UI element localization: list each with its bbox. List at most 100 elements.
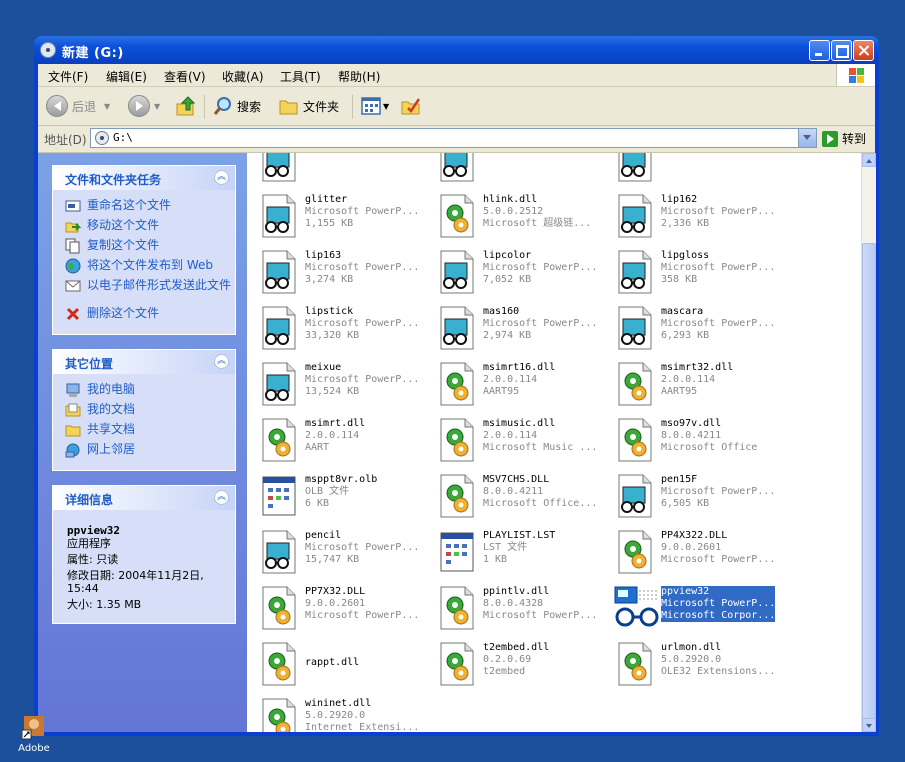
up-folder-icon	[176, 96, 196, 116]
file-item[interactable]: lipgloss Microsoft PowerP... 358 KB	[613, 247, 791, 297]
file-name: meixue	[305, 362, 342, 373]
file-item[interactable]: rappt.dll	[257, 639, 435, 689]
task-publish-web[interactable]: 将这个文件发布到 Web	[53, 258, 235, 278]
file-info: AART95	[483, 386, 520, 397]
menu-file[interactable]: 文件(F)	[48, 68, 88, 85]
menu-edit[interactable]: 编辑(E)	[106, 68, 147, 85]
file-item[interactable]: wininet.dll 5.0.2920.0 Internet Extensi...	[257, 695, 435, 732]
forward-button[interactable]: ▼	[128, 93, 160, 119]
powerpoint-file-icon	[613, 249, 657, 295]
file-item[interactable]: PLAYLIST.LST LST 文件 1 KB	[435, 527, 613, 577]
task-rename[interactable]: 重命名这个文件	[53, 198, 235, 218]
minimize-button[interactable]	[809, 40, 830, 61]
menu-favorites[interactable]: 收藏(A)	[222, 68, 264, 85]
scroll-thumb[interactable]	[862, 243, 876, 723]
maximize-button[interactable]	[831, 40, 852, 61]
task-email[interactable]: 以电子邮件形式发送此文件	[53, 278, 235, 306]
file-item[interactable]: meixue Microsoft PowerP... 13,524 KB	[257, 359, 435, 409]
file-item[interactable]: t2embed.dll 0.2.0.69 t2embed	[435, 639, 613, 689]
file-info: Microsoft PowerP...	[305, 318, 420, 329]
scroll-down-button[interactable]	[862, 718, 876, 732]
file-item[interactable]: 3,912 KB	[613, 153, 791, 185]
powerpoint-file-icon	[257, 249, 301, 295]
file-name: t2embed.dll	[483, 642, 550, 653]
folder-options-button[interactable]	[400, 93, 422, 119]
collapse-icon[interactable]: ︽	[214, 490, 229, 505]
place-network[interactable]: 网上邻居	[53, 442, 235, 462]
application-icon	[613, 585, 659, 631]
powerpoint-file-icon	[435, 305, 479, 351]
file-name: PP7X32.DLL	[305, 586, 366, 597]
file-name: glitter	[305, 194, 348, 205]
collapse-icon[interactable]: ︽	[214, 170, 229, 185]
file-item[interactable]: hlink.dll 5.0.0.2512 Microsoft 超级链...	[435, 191, 613, 241]
file-item[interactable]: 1,634 KB	[435, 153, 613, 185]
file-item[interactable]: urlmon.dll 5.0.2920.0 OLE32 Extensions...	[613, 639, 791, 689]
file-tasks-header[interactable]: 文件和文件夹任务 ︽	[53, 166, 235, 190]
details-header[interactable]: 详细信息 ︽	[53, 486, 235, 510]
go-button[interactable]: 转到	[822, 130, 866, 147]
powerpoint-file-icon	[257, 153, 301, 183]
task-delete[interactable]: 删除这个文件	[53, 306, 235, 326]
file-info: 2.0.0.114	[305, 430, 360, 441]
search-button[interactable]: 搜索	[212, 93, 261, 119]
desktop-icon-adobe[interactable]: Adobe	[14, 716, 54, 754]
file-item[interactable]: 2,301 KB	[257, 153, 435, 185]
file-name: pencil	[305, 530, 342, 541]
file-item[interactable]: ppview32 Microsoft PowerP... Microsoft Cor…	[613, 583, 791, 633]
file-item[interactable]: msimusic.dll 2.0.0.114 Microsoft Music ...	[435, 415, 613, 465]
adobe-icon	[21, 716, 44, 740]
file-item[interactable]: lipcolor Microsoft PowerP... 7,052 KB	[435, 247, 613, 297]
file-item[interactable]: PP7X32.DLL 9.0.0.2601 Microsoft PowerP...	[257, 583, 435, 633]
other-places-header[interactable]: 其它位置 ︽	[53, 350, 235, 374]
close-button[interactable]	[853, 40, 874, 61]
dll-file-icon	[613, 361, 657, 407]
file-item[interactable]: msimrt.dll 2.0.0.114 AART	[257, 415, 435, 465]
vertical-scrollbar[interactable]	[861, 153, 876, 732]
file-item[interactable]: lipstick Microsoft PowerP... 33,320 KB	[257, 303, 435, 353]
menu-help[interactable]: 帮助(H)	[338, 68, 380, 85]
file-name: msimusic.dll	[483, 418, 556, 429]
folders-button[interactable]: 文件夹	[278, 93, 339, 119]
file-name: ppintlv.dll	[483, 586, 550, 597]
forward-dropdown-icon[interactable]: ▼	[154, 102, 160, 111]
back-arrow-icon	[46, 95, 68, 117]
task-move[interactable]: 移动这个文件	[53, 218, 235, 238]
dll-file-icon	[613, 529, 657, 575]
task-copy[interactable]: 复制这个文件	[53, 238, 235, 258]
address-input[interactable]: G:\	[90, 128, 817, 148]
file-item[interactable]: mso97v.dll 8.0.0.4211 Microsoft Office	[613, 415, 791, 465]
back-dropdown-icon[interactable]: ▼	[104, 102, 110, 111]
powerpoint-file-icon	[613, 473, 657, 519]
file-item[interactable]: msppt8vr.olb OLB 文件 6 KB	[257, 471, 435, 521]
menu-tools[interactable]: 工具(T)	[280, 68, 321, 85]
views-button[interactable]: ▼	[360, 93, 389, 119]
title-bar[interactable]: 新建 (G:)	[34, 36, 879, 64]
file-item[interactable]: mascara Microsoft PowerP... 6,293 KB	[613, 303, 791, 353]
menu-view[interactable]: 查看(V)	[164, 68, 206, 85]
file-item[interactable]: PP4X322.DLL 9.0.0.2601 Microsoft PowerP...	[613, 527, 791, 577]
place-my-computer[interactable]: 我的电脑	[53, 382, 235, 402]
file-info: 5.0.2920.0	[661, 654, 722, 665]
file-item[interactable]: pencil Microsoft PowerP... 15,747 KB	[257, 527, 435, 577]
file-item[interactable]: glitter Microsoft PowerP... 1,155 KB	[257, 191, 435, 241]
collapse-icon[interactable]: ︽	[214, 354, 229, 369]
file-item[interactable]: msimrt16.dll 2.0.0.114 AART95	[435, 359, 613, 409]
place-my-documents[interactable]: 我的文档	[53, 402, 235, 422]
menu-bar: 文件(F) 编辑(E) 查看(V) 收藏(A) 工具(T) 帮助(H)	[38, 64, 875, 87]
file-info: Internet Extensi...	[305, 722, 420, 732]
file-item[interactable]: pen15F Microsoft PowerP... 6,505 KB	[613, 471, 791, 521]
up-folder-button[interactable]	[174, 93, 198, 119]
file-item[interactable]: MSV7CHS.DLL 8.0.0.4211 Microsoft Office...	[435, 471, 613, 521]
file-item[interactable]: lip163 Microsoft PowerP... 3,274 KB	[257, 247, 435, 297]
file-item[interactable]: ppintlv.dll 8.0.0.4328 Microsoft PowerP...	[435, 583, 613, 633]
place-shared-documents[interactable]: 共享文档	[53, 422, 235, 442]
file-item[interactable]: lip162 Microsoft PowerP... 2,336 KB	[613, 191, 791, 241]
views-dropdown-icon: ▼	[383, 101, 390, 111]
file-item[interactable]: mas160 Microsoft PowerP... 2,974 KB	[435, 303, 613, 353]
back-button[interactable]: 后退 ▼	[46, 93, 110, 119]
file-info: OLE32 Extensions...	[661, 666, 776, 677]
address-dropdown-button[interactable]	[798, 129, 816, 147]
file-item[interactable]: msimrt32.dll 2.0.0.114 AART95	[613, 359, 791, 409]
scroll-up-button[interactable]	[862, 153, 876, 167]
